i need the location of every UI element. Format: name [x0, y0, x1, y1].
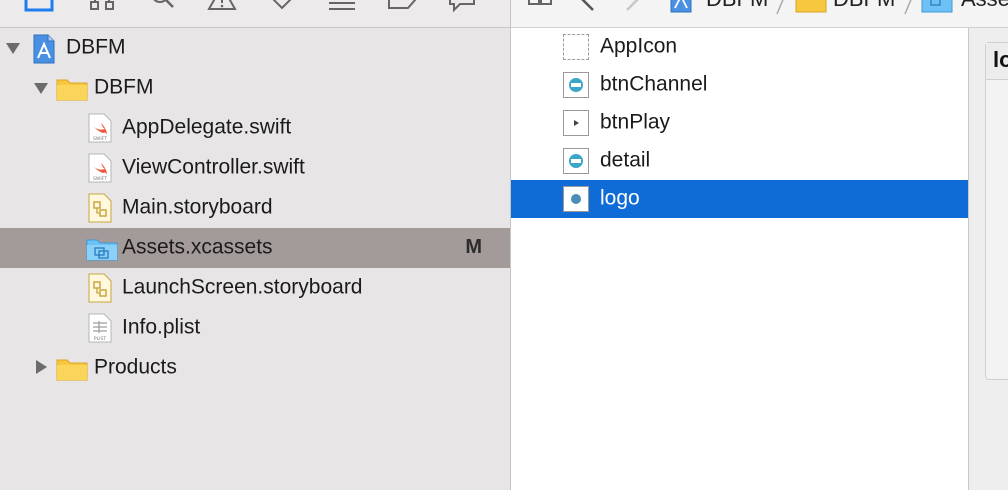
- tree-item-label: Products: [94, 355, 177, 379]
- asset-item-label: btnPlay: [600, 110, 671, 134]
- symbol-navigator-tab-icon[interactable]: [88, 0, 118, 14]
- tree-item-dbfm-group[interactable]: DBFM: [0, 68, 510, 108]
- tree-item-viewcontroller[interactable]: SWIFT ViewController.swift: [0, 148, 510, 188]
- tree-item-launchscreen[interactable]: LaunchScreen.storyboard: [0, 268, 510, 308]
- related-items-icon[interactable]: [527, 0, 557, 14]
- back-chevron-icon[interactable]: [577, 0, 599, 14]
- swift-file-icon: SWIFT: [88, 113, 112, 143]
- image-thumbnail-icon: [563, 110, 589, 136]
- tree-item-appdelegate[interactable]: SWIFT AppDelegate.swift: [0, 108, 510, 148]
- breadcrumb-separator-icon: [776, 0, 784, 15]
- xcode-project-icon: [33, 34, 55, 64]
- project-navigator-tab-icon[interactable]: [24, 0, 56, 14]
- test-navigator-tab-icon[interactable]: [266, 0, 298, 14]
- asset-item-btnchannel[interactable]: btnChannel: [511, 66, 968, 104]
- asset-item-label: AppIcon: [600, 34, 678, 58]
- tree-item-assets-xcassets[interactable]: Assets.xcassets M: [0, 228, 510, 268]
- storyboard-file-icon: [88, 193, 112, 223]
- asset-item-label: logo: [600, 186, 640, 210]
- tree-item-label: ViewController.swift: [122, 155, 305, 179]
- svg-text:SWIFT: SWIFT: [93, 136, 107, 142]
- image-thumbnail-icon: [563, 148, 589, 174]
- report-navigator-tab-icon[interactable]: [446, 0, 478, 14]
- tree-item-label: AppDelegate.swift: [122, 115, 292, 139]
- asset-item-label: detail: [600, 148, 651, 172]
- source-control-modified-badge: M: [465, 236, 482, 259]
- tree-item-label: DBFM: [66, 35, 126, 59]
- swift-file-icon: SWIFT: [88, 153, 112, 183]
- asset-item-logo[interactable]: logo: [511, 180, 968, 218]
- asset-catalog-icon: [86, 239, 118, 261]
- jumpbar-crumb-project[interactable]: DBFM: [706, 0, 768, 12]
- plist-file-icon: PLIST: [88, 313, 112, 343]
- asset-item-label: btnChannel: [600, 72, 708, 96]
- jumpbar-crumb-group[interactable]: DBFM: [833, 0, 895, 12]
- folder-icon: [795, 0, 827, 13]
- asset-detail-card: lo: [985, 42, 1008, 380]
- forward-chevron-icon[interactable]: [621, 0, 643, 14]
- tree-item-label: LaunchScreen.storyboard: [122, 275, 363, 299]
- tree-item-label: DBFM: [94, 75, 154, 99]
- disclosure-open-icon[interactable]: [4, 38, 24, 58]
- tree-item-main-storyboard[interactable]: Main.storyboard: [0, 188, 510, 228]
- debug-navigator-tab-icon[interactable]: [326, 0, 358, 14]
- project-navigator: DBFM DBFM SWIFT AppDelegate.swift SWIFT …: [0, 0, 511, 490]
- asset-item-btnplay[interactable]: btnPlay: [511, 104, 968, 142]
- folder-icon: [56, 79, 88, 101]
- image-thumbnail-icon: [563, 186, 589, 212]
- asset-item-detail[interactable]: detail: [511, 142, 968, 180]
- image-thumbnail-icon: [563, 72, 589, 98]
- folder-icon: [56, 359, 88, 381]
- tree-item-label: Info.plist: [122, 315, 201, 339]
- tree-item-dbfm-project[interactable]: DBFM: [0, 28, 510, 68]
- asset-detail-panel: lo: [969, 28, 1008, 490]
- svg-text:SWIFT: SWIFT: [93, 176, 107, 182]
- asset-detail-title: lo: [993, 47, 1008, 72]
- breakpoint-navigator-tab-icon[interactable]: [386, 0, 418, 14]
- navigator-toolbar: [0, 0, 510, 28]
- asset-item-appicon[interactable]: AppIcon: [511, 28, 968, 66]
- disclosure-open-icon[interactable]: [32, 78, 52, 98]
- tree-item-label: Main.storyboard: [122, 195, 273, 219]
- svg-text:PLIST: PLIST: [94, 336, 106, 342]
- xcode-project-icon: [670, 0, 692, 13]
- breadcrumb-separator-icon: [904, 0, 912, 15]
- tree-item-label: Assets.xcassets: [122, 235, 273, 259]
- disclosure-closed-icon[interactable]: [32, 358, 52, 378]
- asset-catalog-icon: [921, 0, 953, 13]
- asset-set-list: AppIcon btnChannel btnPlay detail logo: [511, 28, 969, 490]
- find-navigator-tab-icon[interactable]: [148, 0, 178, 14]
- tree-item-products[interactable]: Products: [0, 348, 510, 388]
- storyboard-file-icon: [88, 273, 112, 303]
- asset-detail-header: lo: [986, 43, 1008, 80]
- tree-item-info-plist[interactable]: PLIST Info.plist: [0, 308, 510, 348]
- app-icon-placeholder-icon: [563, 34, 589, 60]
- editor-jump-bar: DBFM DBFM Asse: [511, 0, 1008, 28]
- jumpbar-crumb-file[interactable]: Asse: [961, 0, 1008, 12]
- issue-navigator-tab-icon[interactable]: [206, 0, 238, 14]
